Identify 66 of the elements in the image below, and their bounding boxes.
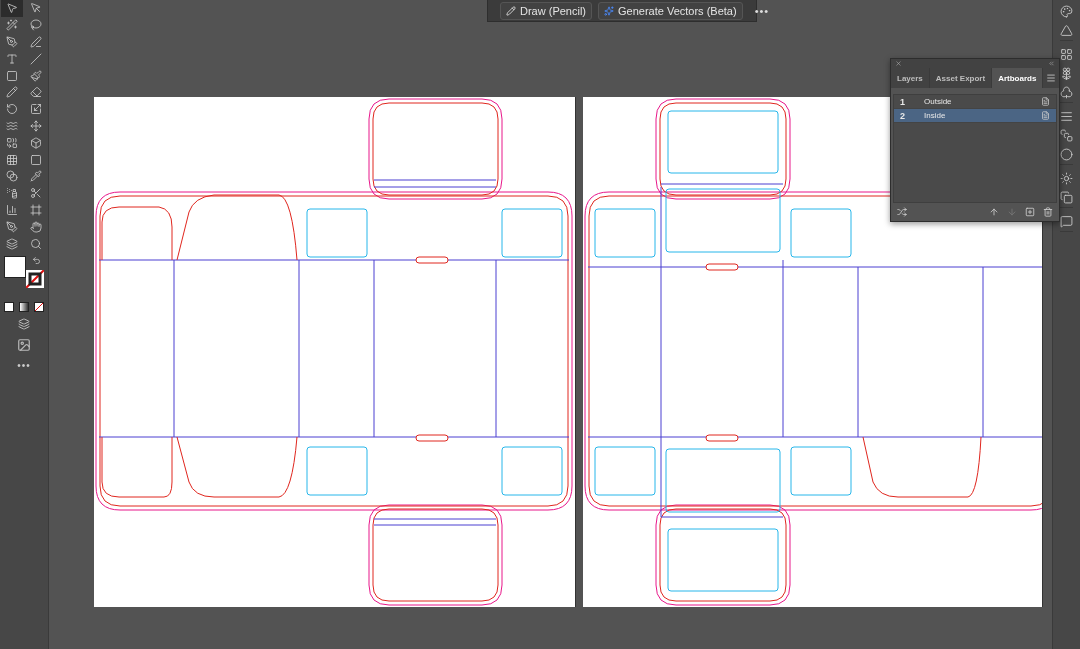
copy-icon[interactable] [1060, 191, 1073, 204]
sun-icon[interactable] [1060, 172, 1073, 185]
new-artboard-icon[interactable] [1025, 207, 1035, 218]
fill-swatch[interactable] [4, 255, 26, 278]
pencil-icon [506, 5, 516, 16]
wave-icon [6, 119, 18, 132]
pen-nib-icon [6, 220, 18, 233]
circle-icon[interactable] [1060, 148, 1073, 161]
hand-icon [30, 220, 42, 233]
stroke-swatch[interactable] [26, 269, 44, 288]
pointer-icon [30, 2, 42, 15]
move-icon [30, 119, 42, 132]
document-icon[interactable] [1041, 111, 1050, 121]
delete-icon[interactable] [1043, 207, 1053, 218]
draw-pencil-button[interactable]: Draw (Pencil) [500, 1, 592, 20]
square-icon [6, 69, 18, 82]
line-icon [30, 52, 42, 65]
combine-icon [6, 136, 18, 149]
artboard-number: 1 [899, 96, 906, 107]
blend-icon [6, 170, 18, 183]
cube-icon [30, 136, 42, 149]
gradient-mode-button[interactable] [19, 301, 29, 312]
bar-chart-icon [6, 203, 18, 216]
generate-vectors-button[interactable]: Generate Vectors (Beta) [598, 1, 743, 20]
wand-icon [6, 19, 18, 32]
panel-tab[interactable]: Artboards [992, 67, 1044, 89]
triangle-icon[interactable] [1060, 24, 1073, 37]
color-mode-button[interactable] [4, 301, 14, 312]
eyedropper-icon [30, 170, 42, 183]
search-icon [30, 237, 42, 250]
lasso-icon [30, 19, 42, 32]
close-icon[interactable] [895, 59, 902, 67]
sparkle-icon [604, 5, 614, 16]
tool-button[interactable] [1, 0, 23, 17]
arrow-pointer-icon [6, 2, 18, 15]
club-icon[interactable] [1060, 86, 1073, 99]
menu-icon[interactable] [1046, 73, 1056, 83]
grid-icon [6, 153, 18, 166]
grid-icon[interactable] [1060, 48, 1073, 61]
scissors-icon [30, 187, 42, 200]
move-up-icon[interactable] [989, 207, 999, 218]
pencil-icon [6, 86, 18, 99]
artboard-name: Outside [923, 97, 953, 107]
pen-nib-icon [6, 36, 18, 48]
layers-icon [6, 237, 18, 250]
artboard-number: 2 [899, 110, 906, 121]
speech-bubble-icon[interactable] [1060, 215, 1073, 228]
spray-can-icon [6, 187, 18, 200]
rotate-icon [6, 103, 18, 116]
artboard-name: Inside [923, 111, 947, 121]
none-mode-button[interactable] [34, 301, 44, 312]
pen-line-icon [30, 36, 42, 48]
flower-icon[interactable] [1060, 67, 1073, 80]
type-icon [6, 52, 18, 65]
brush-icon [30, 69, 42, 82]
swap-arrow-icon[interactable] [32, 255, 41, 265]
more-button[interactable]: ••• [754, 4, 770, 17]
palette-icon[interactable] [1060, 5, 1073, 18]
artboard-row[interactable]: 2 Inside [894, 109, 1056, 124]
lines-icon[interactable] [1060, 110, 1073, 123]
scale-icon [30, 103, 42, 116]
eraser-icon [30, 86, 42, 99]
document-icon[interactable] [1041, 97, 1050, 107]
more-tools-button[interactable]: ••• [17, 359, 31, 371]
rearrange-icon[interactable] [897, 207, 907, 218]
frame-icon [30, 203, 42, 216]
